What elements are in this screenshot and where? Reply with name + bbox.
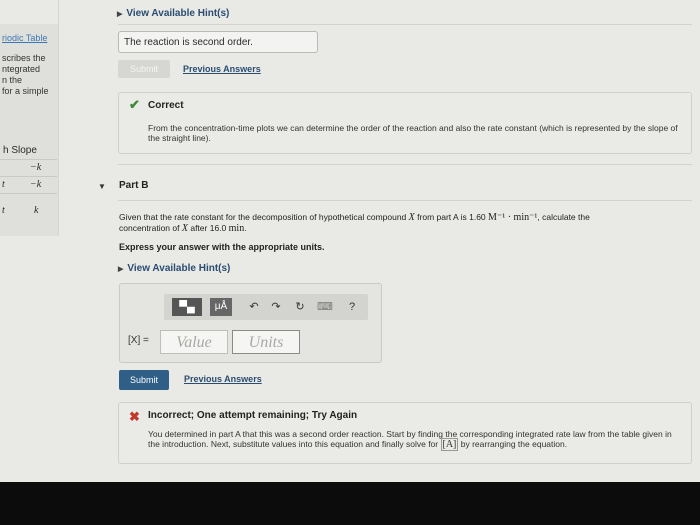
question-text: . (244, 223, 247, 233)
x-mark-icon: ✖ (129, 409, 140, 424)
instruction-text: Express your answer with the appropriate… (119, 242, 325, 252)
part-a-feedback: ✔ Correct From the concentration-time pl… (118, 92, 692, 154)
feedback-title: Incorrect; One attempt remaining; Try Ag… (148, 410, 358, 421)
part-b-feedback: ✖ Incorrect; One attempt remaining; Try … (118, 402, 692, 464)
concentration-symbol: [A] (440, 438, 459, 451)
help-icon[interactable]: ? (344, 298, 360, 316)
part-b-submit-button[interactable]: Submit (119, 370, 169, 390)
question-text: Given that the rate constant for the dec… (119, 212, 407, 222)
periodic-table-link[interactable]: riodic Table (2, 33, 47, 43)
rate-constant-units: M⁻¹ · min⁻¹ (488, 212, 538, 223)
part-a-submit-button[interactable]: Submit (118, 60, 170, 78)
templates-button[interactable]: ▀▄ (172, 298, 202, 316)
table-cell-slope: −k (30, 179, 42, 190)
hint-label: View Available Hint(s) (127, 263, 231, 274)
table-row: t k (0, 203, 57, 219)
table-header-row: h Slope (0, 143, 57, 160)
feedback-text-part: by rearranging the equation. (460, 439, 568, 449)
part-b-previous-answers-link[interactable]: Previous Answers (184, 374, 262, 384)
redo-icon[interactable]: ↷ (268, 298, 284, 316)
divider (118, 164, 692, 165)
view-hints-link-part-a[interactable]: ▶ View Available Hint(s) (117, 8, 229, 19)
question-text: after 16.0 (190, 223, 227, 233)
intro-text-line: ntegrated (2, 64, 41, 74)
feedback-text-part: You determined in part A that this was a… (148, 429, 672, 449)
question-text: from part A is 1.60 (417, 212, 486, 222)
table-cell-slope: k (34, 205, 39, 216)
undo-icon[interactable]: ↶ (246, 298, 262, 316)
units-input[interactable]: Units (232, 330, 300, 354)
answer-input-panel: ▀▄ μÅ ↶ ↷ ↻ ⌨ ? [X] = Value Units (119, 283, 382, 363)
part-a-answer-field[interactable]: The reaction is second order. (118, 31, 318, 53)
math-toolbar: ▀▄ μÅ ↶ ↷ ↻ ⌨ ? (164, 294, 368, 320)
value-input[interactable]: Value (160, 330, 228, 354)
question-text: concentration of (119, 223, 180, 233)
feedback-text: From the concentration-time plots we can… (148, 123, 678, 143)
feedback-title: Correct (148, 100, 184, 111)
collapse-triangle-icon[interactable]: ▼ (98, 182, 106, 191)
table-header-slope: h Slope (3, 145, 37, 156)
table-row: t −k (0, 177, 57, 194)
variable-x: X (181, 223, 188, 234)
intro-text-line: n the (2, 75, 23, 85)
divider (118, 24, 692, 25)
reset-icon[interactable]: ↻ (292, 298, 308, 316)
keyboard-icon[interactable]: ⌨ (316, 298, 334, 316)
table-row: −k (0, 160, 57, 177)
part-b-title[interactable]: Part B (119, 180, 148, 191)
input-label: [X] = (128, 335, 149, 346)
feedback-text: You determined in part A that this was a… (148, 429, 683, 451)
part-b-question: Given that the rate constant for the dec… (119, 212, 679, 234)
triangle-right-icon: ▶ (118, 266, 124, 273)
hint-label: View Available Hint(s) (126, 8, 230, 19)
part-a-previous-answers-link[interactable]: Previous Answers (183, 64, 261, 74)
table-cell: t (2, 179, 5, 190)
time-unit: min (228, 223, 245, 234)
intro-text-line: for a simple (2, 86, 49, 96)
question-text: , calculate the (537, 212, 590, 222)
symbols-button[interactable]: μÅ (210, 298, 232, 316)
variable-x: X (408, 212, 415, 223)
triangle-right-icon: ▶ (117, 11, 123, 18)
table-cell: t (2, 205, 5, 216)
intro-text-line: scribes the (2, 53, 46, 63)
divider (118, 200, 692, 201)
checkmark-icon: ✔ (129, 97, 140, 112)
sidebar-divider (58, 0, 59, 236)
table-cell-slope: −k (30, 162, 42, 173)
bottom-dark-bar (0, 482, 700, 525)
view-hints-link-part-b[interactable]: ▶ View Available Hint(s) (118, 263, 230, 274)
